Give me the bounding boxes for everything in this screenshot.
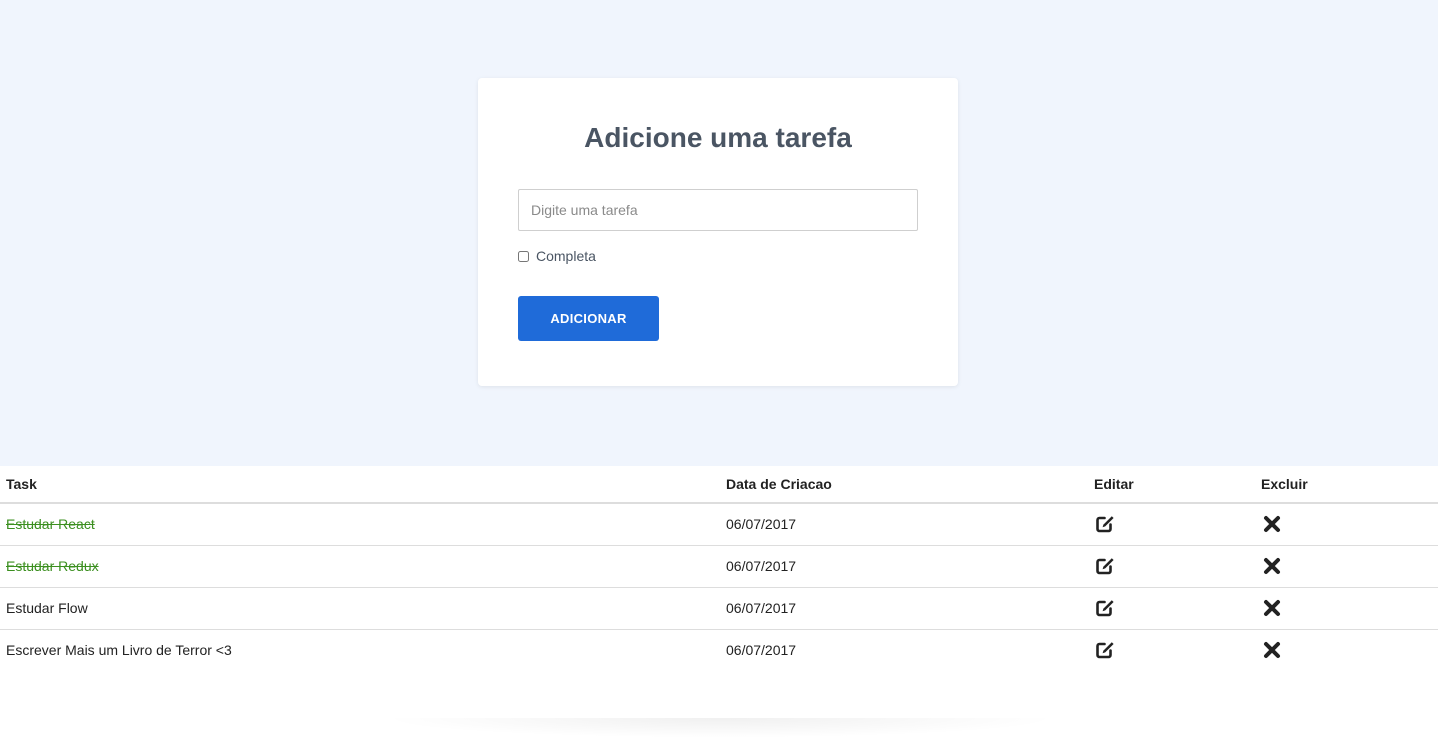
add-task-button[interactable]: ADICIONAR bbox=[518, 296, 659, 341]
edit-icon[interactable] bbox=[1094, 639, 1116, 661]
task-date: 06/07/2017 bbox=[726, 642, 797, 659]
task-name: Estudar Redux bbox=[0, 545, 720, 588]
completed-checkbox-row[interactable]: Completa bbox=[518, 248, 596, 264]
table-header-row: Task Data de Criacao Editar Excluir bbox=[0, 466, 1438, 504]
task-text: Escrever Mais um Livro de Terror <3 bbox=[6, 642, 232, 659]
delete-cell bbox=[1255, 629, 1438, 671]
completed-checkbox[interactable] bbox=[518, 250, 529, 262]
header-delete: Excluir bbox=[1255, 466, 1438, 504]
task-name: Estudar Flow bbox=[0, 587, 720, 630]
task-name: Estudar React bbox=[0, 503, 720, 546]
task-name: Escrever Mais um Livro de Terror <3 bbox=[0, 629, 720, 671]
edit-icon[interactable] bbox=[1094, 597, 1116, 619]
form-title: Adicione uma tarefa bbox=[584, 122, 852, 153]
task-text: Estudar React bbox=[6, 516, 95, 533]
close-icon[interactable] bbox=[1261, 555, 1283, 577]
header-date: Data de Criacao bbox=[720, 466, 1088, 504]
task-table: Task Data de Criacao Editar Excluir Estu… bbox=[0, 466, 1438, 671]
close-icon[interactable] bbox=[1261, 639, 1283, 661]
close-icon[interactable] bbox=[1261, 513, 1283, 535]
edit-cell bbox=[1088, 629, 1255, 671]
bottom-shadow bbox=[380, 718, 1060, 738]
task-date: 06/07/2017 bbox=[720, 503, 1088, 546]
task-date: 06/07/2017 bbox=[720, 545, 1088, 588]
task-date: 06/07/2017 bbox=[720, 587, 1088, 630]
add-task-card: Adicione uma tarefa Completa ADICIONAR bbox=[478, 78, 958, 386]
header-edit: Editar bbox=[1088, 466, 1255, 504]
task-text: Estudar Flow bbox=[6, 600, 88, 616]
delete-cell bbox=[1255, 503, 1438, 546]
delete-cell bbox=[1255, 587, 1438, 630]
task-text: Estudar Redux bbox=[6, 558, 99, 574]
table-row: Estudar Flow 06/07/2017 bbox=[0, 587, 1438, 630]
table-row: Escrever Mais um Livro de Terror <3 06/07… bbox=[0, 629, 1438, 671]
table-row: Estudar Redux 06/07/2017 bbox=[0, 545, 1438, 588]
edit-cell bbox=[1088, 503, 1255, 546]
delete-cell bbox=[1255, 545, 1438, 588]
edit-icon[interactable] bbox=[1094, 555, 1116, 577]
completed-checkbox-label: Completa bbox=[536, 248, 596, 264]
header-task: Task bbox=[0, 466, 720, 504]
edit-cell bbox=[1088, 545, 1255, 588]
edit-icon[interactable] bbox=[1094, 513, 1116, 535]
hero-section: Adicione uma tarefa Completa ADICIONAR bbox=[0, 0, 1438, 466]
task-input[interactable] bbox=[518, 189, 918, 231]
close-icon[interactable] bbox=[1261, 597, 1283, 619]
edit-cell bbox=[1088, 587, 1255, 630]
table-row: Estudar React 06/07/2017 bbox=[0, 503, 1438, 546]
